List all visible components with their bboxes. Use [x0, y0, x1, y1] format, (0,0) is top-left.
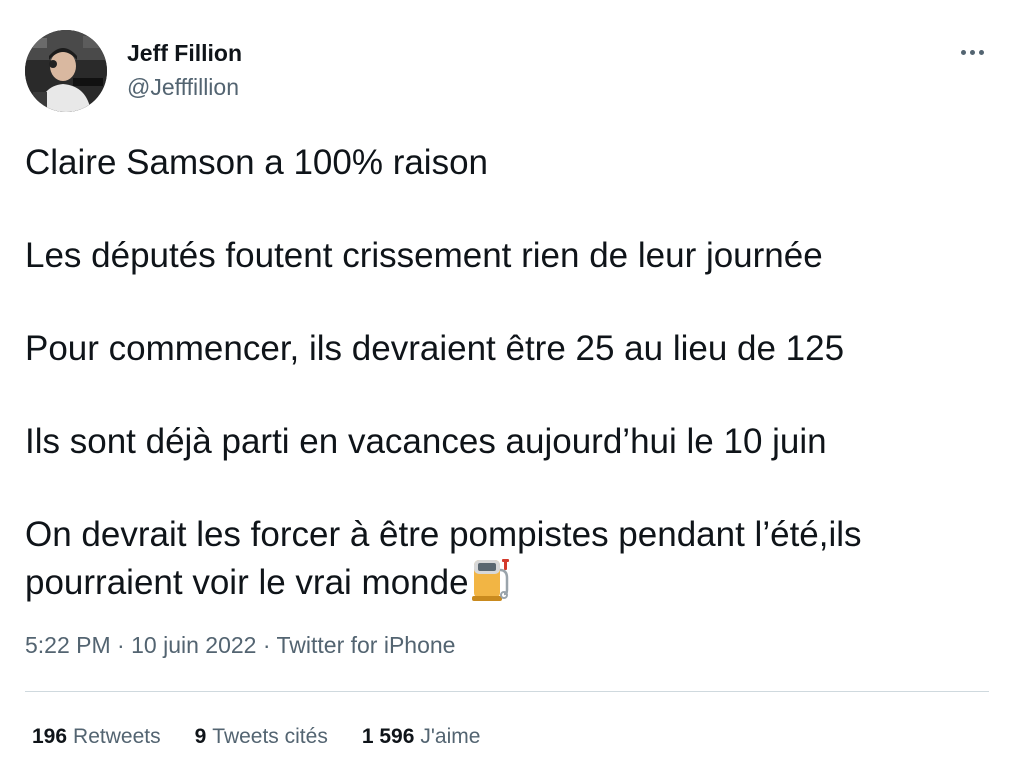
tweet-paragraph: Les députés foutent crissement rien de l… [25, 236, 823, 275]
quotes-count: 9 [194, 725, 207, 748]
tweet-stats: 196 Retweets 9 Tweets cités 1 596 J'aime [32, 722, 514, 752]
retweets-label: Retweets [73, 725, 161, 748]
tweet-date[interactable]: 10 juin 2022 [131, 632, 256, 658]
more-horizontal-icon [978, 49, 984, 55]
meta-separator: · [262, 632, 271, 658]
more-horizontal-icon [960, 49, 966, 55]
quotes-label: Tweets cités [212, 725, 328, 748]
more-horizontal-icon [969, 49, 975, 55]
tweet-paragraph: Ils sont déjà parti en vacances aujourd’… [25, 422, 827, 461]
tweet-paragraph: On devrait les forcer à être pompistes p… [25, 515, 862, 602]
author-info: Jeff Fillion @Jefffillion [127, 38, 242, 102]
more-options-button[interactable] [955, 38, 989, 66]
likes-count: 1 596 [361, 725, 415, 748]
retweets-count: 196 [32, 725, 68, 748]
author-display-name[interactable]: Jeff Fillion [127, 38, 242, 68]
meta-separator: · [117, 632, 125, 658]
author-handle[interactable]: @Jefffillion [127, 72, 242, 102]
tweet-time[interactable]: 5:22 PM [25, 632, 111, 658]
tweet-paragraph: Pour commencer, ils devraient être 25 au… [25, 329, 845, 368]
tweet-source[interactable]: Twitter for iPhone [277, 632, 456, 658]
likes-stat[interactable]: 1 596 J'aime [362, 722, 481, 752]
profile-photo-icon [25, 30, 107, 112]
avatar[interactable] [25, 30, 107, 112]
fuel-pump-icon [471, 559, 509, 601]
tweet-card: Jeff Fillion @Jefffillion Claire Samson … [0, 0, 1022, 770]
tweet-text: Claire Samson a 100% raison Les députés … [25, 140, 985, 606]
quotes-stat[interactable]: 9 Tweets cités [195, 722, 328, 752]
retweets-stat[interactable]: 196 Retweets [32, 722, 161, 752]
tweet-metadata: 5:22 PM · 10 juin 2022 · Twitter for iPh… [25, 630, 455, 660]
tweet-paragraph-last: On devrait les forcer à être pompistes p… [25, 512, 925, 606]
divider [25, 691, 989, 692]
likes-label: J'aime [420, 725, 481, 748]
tweet-paragraph: Claire Samson a 100% raison [25, 143, 489, 182]
